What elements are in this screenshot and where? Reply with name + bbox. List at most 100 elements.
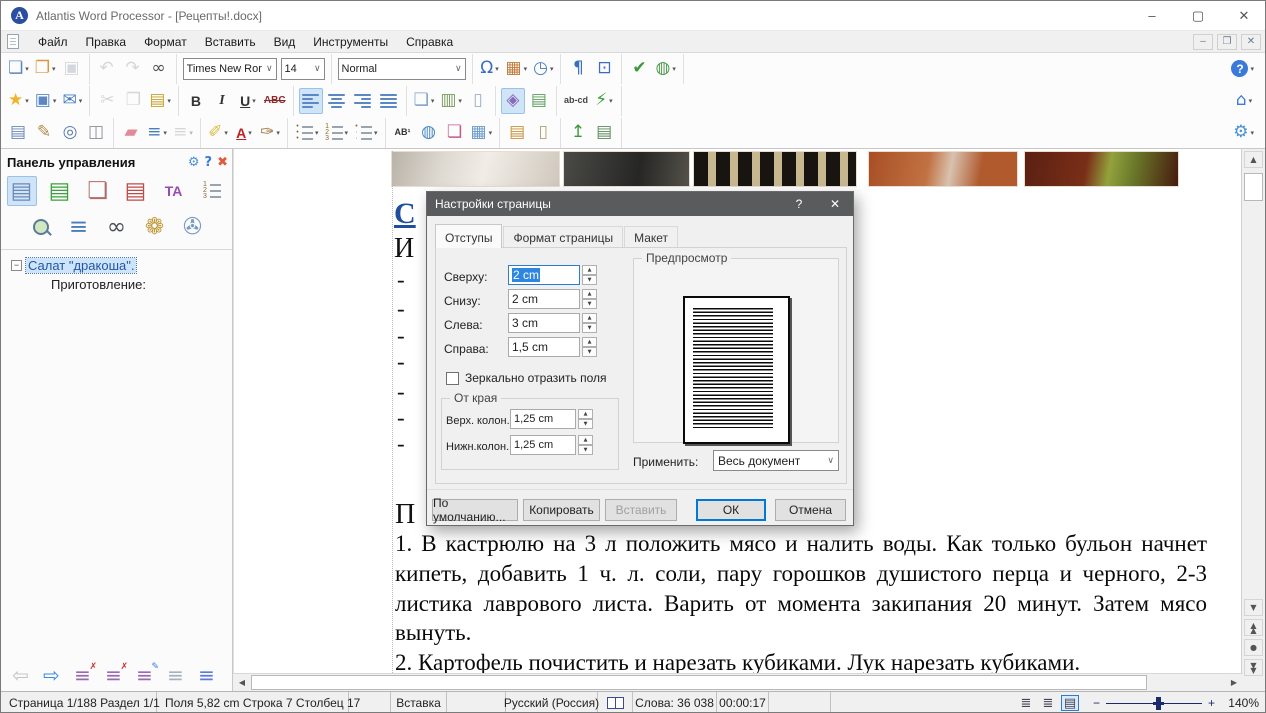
right-margin-stepper[interactable]: ▲▼ <box>582 337 597 357</box>
open-document-icon[interactable]: ❐▾ <box>33 56 58 82</box>
favorites-icon[interactable]: ★▾ <box>6 88 31 114</box>
italic-icon[interactable]: I <box>210 88 234 114</box>
bullet-list-icon[interactable]: •••▾ <box>293 120 321 146</box>
forward-icon[interactable]: ⇨ <box>38 661 65 688</box>
menu-Правка[interactable]: Правка <box>77 33 136 51</box>
autocorrect-icon[interactable]: ⚡▾ <box>592 88 616 114</box>
dialog-help-icon[interactable]: ? <box>781 192 817 216</box>
tree-item[interactable]: −Салат "дракоша". <box>5 256 228 275</box>
bottom-margin-input[interactable]: 2 cm <box>508 289 580 309</box>
expander-icon[interactable]: − <box>11 260 22 271</box>
delete-heading-icon[interactable]: ≡✗ <box>69 661 96 688</box>
font-size-select[interactable]: 14∨ <box>281 58 325 80</box>
line-spacing-icon[interactable]: ≡▾ <box>145 120 169 146</box>
minimize-button[interactable]: – <box>1129 1 1175 30</box>
draft-view-icon[interactable]: ▤ <box>527 88 551 114</box>
numbered-list-icon[interactable]: 123▾ <box>323 120 351 146</box>
footnote-icon[interactable]: AB¹ <box>391 120 415 146</box>
back-icon[interactable]: ⇦ <box>7 661 34 688</box>
tree-item[interactable]: Приготовление: <box>5 275 228 294</box>
navigation-diamond-icon[interactable]: ◈ <box>501 88 525 114</box>
help-icon[interactable]: ?▾ <box>1229 56 1256 82</box>
status-book[interactable] <box>598 692 633 713</box>
top-margin-stepper[interactable]: ▲▼ <box>582 265 597 285</box>
dialog-title-bar[interactable]: Настройки страницы ? ✕ <box>427 192 853 216</box>
fields-icon[interactable]: ▤ <box>592 120 616 146</box>
spellcheck-icon[interactable]: ✔ <box>627 56 651 82</box>
apply-select[interactable]: Весь документ ∨ <box>713 450 839 471</box>
ruler-icon[interactable]: ▯ <box>531 120 555 146</box>
find-binoculars-icon[interactable]: ∞ <box>147 56 171 82</box>
align-center-icon[interactable] <box>325 88 349 114</box>
print-icon[interactable]: ◫ <box>84 120 108 146</box>
font-name-select[interactable]: Times New Ror∨ <box>183 58 277 80</box>
highlighter-icon[interactable]: ✐▾ <box>206 120 230 146</box>
copy-formatting-icon[interactable]: ❏▾ <box>412 88 437 114</box>
headings-icon[interactable]: ▤ <box>45 176 75 206</box>
home-icon[interactable]: ⌂▾ <box>1232 88 1256 114</box>
paperclips-icon[interactable]: ✇ <box>178 212 208 242</box>
redo-icon[interactable]: ↷ <box>121 56 145 82</box>
options-gears-icon[interactable]: ⚙▾ <box>1231 120 1256 146</box>
font-color-icon[interactable]: A▾ <box>232 120 256 146</box>
clipboard-doc-icon[interactable]: ▤ <box>6 120 30 146</box>
cancel-button[interactable]: Отмена <box>775 499 846 521</box>
paste-settings-button[interactable]: Вставить <box>605 499 677 521</box>
insert-date-icon[interactable]: ▦▾ <box>504 56 530 82</box>
cut-icon[interactable]: ✂ <box>95 88 119 114</box>
next-page-icon[interactable]: ▼▼ <box>1244 659 1263 676</box>
rename-heading-icon[interactable]: ≡✎ <box>131 661 158 688</box>
paste-icon[interactable]: ▤▾ <box>147 88 173 114</box>
status-language[interactable]: Русский (Россия) <box>506 692 598 713</box>
table-icon[interactable]: ▦▾ <box>469 120 495 146</box>
hyperlink-globe-icon[interactable]: ◍ <box>417 120 441 146</box>
multilevel-list-icon[interactable]: •··▾ <box>352 120 380 146</box>
menu-Инструменты[interactable]: Инструменты <box>304 33 397 51</box>
header-edge-stepper[interactable]: ▲▼ <box>578 409 593 429</box>
status-insert-mode[interactable]: Вставка <box>391 692 447 713</box>
outline-view-icon[interactable]: ▤ <box>7 176 37 206</box>
save-icon[interactable]: ▣ <box>60 56 84 82</box>
paragraph-lines-icon[interactable]: ≡ <box>64 212 94 242</box>
insert-time-icon[interactable]: ◷▾ <box>531 56 555 82</box>
save-as-icon[interactable]: ▣▾ <box>33 88 59 114</box>
format-painter-icon[interactable]: ✑▾ <box>258 120 282 146</box>
zoom-out-icon[interactable]: − <box>1093 696 1100 710</box>
panel-settings-icon[interactable]: ⚙ <box>188 155 200 170</box>
tab-margins[interactable]: Отступы <box>435 224 502 248</box>
binoculars-icon[interactable]: ∞ <box>102 212 132 242</box>
mdi-close-button[interactable]: ✕ <box>1241 34 1261 50</box>
zoom-slider-thumb[interactable] <box>1156 697 1161 710</box>
footer-edge-stepper[interactable]: ▲▼ <box>578 435 593 455</box>
list-plain-icon[interactable]: ≡ <box>162 661 189 688</box>
mirror-margins-checkbox[interactable] <box>446 372 459 385</box>
menu-Вид[interactable]: Вид <box>265 33 305 51</box>
delete-all-headings-icon[interactable]: ≡✗ <box>100 661 127 688</box>
horizontal-scrollbar-thumb[interactable] <box>251 675 1147 690</box>
insert-symbol-icon[interactable]: Ω▾ <box>478 56 502 82</box>
hyphenation-icon[interactable]: ab-cd <box>562 88 590 114</box>
palette-icon[interactable]: ❁ <box>140 212 170 242</box>
scroll-left-icon[interactable]: ◀ <box>234 675 250 690</box>
strikethrough-icon[interactable]: ABC <box>262 88 288 114</box>
align-justify-icon[interactable] <box>377 88 401 114</box>
status-word-count[interactable]: Слова: 36 038 <box>633 692 717 713</box>
scroll-up-icon[interactable]: ▲ <box>1244 151 1263 168</box>
previous-page-icon[interactable]: ▲▲ <box>1244 619 1263 636</box>
left-margin-input[interactable]: 3 cm <box>508 313 580 333</box>
panel-close-icon[interactable]: ✖ <box>217 155 228 170</box>
mdi-minimize-button[interactable]: – <box>1193 34 1213 50</box>
copy-icon[interactable]: ❐ <box>121 88 145 114</box>
zoom-slider[interactable] <box>1106 697 1202 710</box>
full-screen-icon[interactable]: ⊡ <box>592 56 616 82</box>
notes-icon[interactable]: ❏ <box>83 176 113 206</box>
underline-icon[interactable]: U▾ <box>236 88 260 114</box>
horizontal-scrollbar[interactable]: ◀ ▶ <box>233 673 1243 691</box>
new-document-icon[interactable]: ❏▾ <box>6 56 31 82</box>
zoom-in-icon[interactable]: + <box>1208 696 1215 710</box>
page-view-button[interactable]: ▤ <box>1061 695 1079 711</box>
mdi-restore-button[interactable]: ❐ <box>1217 34 1237 50</box>
maximize-button[interactable]: ▢ <box>1175 1 1221 30</box>
left-margin-stepper[interactable]: ▲▼ <box>582 313 597 333</box>
outline-numbering-icon[interactable]: 123 <box>197 176 227 206</box>
